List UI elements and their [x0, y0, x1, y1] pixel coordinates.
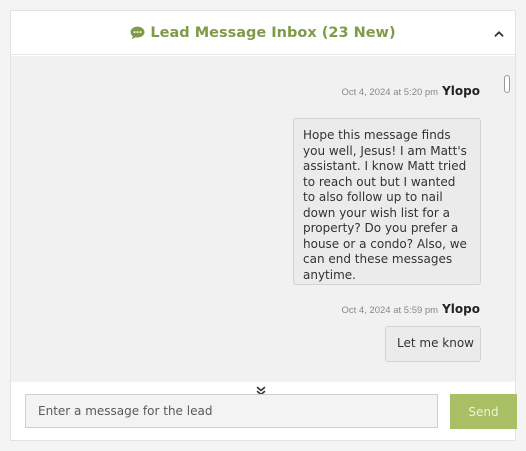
- send-button[interactable]: Send: [450, 394, 517, 429]
- inbox-title: Lead Message Inbox (23 New): [150, 25, 396, 41]
- chat-bubble-icon: [130, 26, 145, 40]
- message-input[interactable]: [25, 394, 438, 428]
- collapse-button[interactable]: [487, 21, 511, 45]
- message-meta: Oct 4, 2024 at 5:20 pm Ylopo: [341, 84, 480, 98]
- scrollbar-thumb[interactable]: [504, 75, 510, 93]
- message-thread[interactable]: Oct 4, 2024 at 5:20 pm Ylopo Hope this me…: [11, 56, 515, 382]
- message-timestamp: Oct 4, 2024 at 5:59 pm: [341, 305, 439, 316]
- lead-message-inbox-panel: Lead Message Inbox (23 New) Oct 4, 2024 …: [10, 10, 517, 441]
- message-timestamp: Oct 4, 2024 at 5:20 pm: [341, 87, 439, 98]
- message-sender: Ylopo: [442, 302, 480, 316]
- inbox-title-row: Lead Message Inbox (23 New): [11, 11, 515, 55]
- chevron-up-icon: [494, 30, 504, 37]
- inbox-header[interactable]: Lead Message Inbox (23 New): [11, 11, 515, 55]
- message-meta: Oct 4, 2024 at 5:59 pm Ylopo: [341, 302, 480, 316]
- message-bubble: Let me know: [385, 326, 481, 362]
- message-scrollbar[interactable]: [502, 70, 512, 380]
- message-bubble: Hope this message finds you well, Jesus!…: [293, 118, 481, 285]
- message-sender: Ylopo: [442, 84, 480, 98]
